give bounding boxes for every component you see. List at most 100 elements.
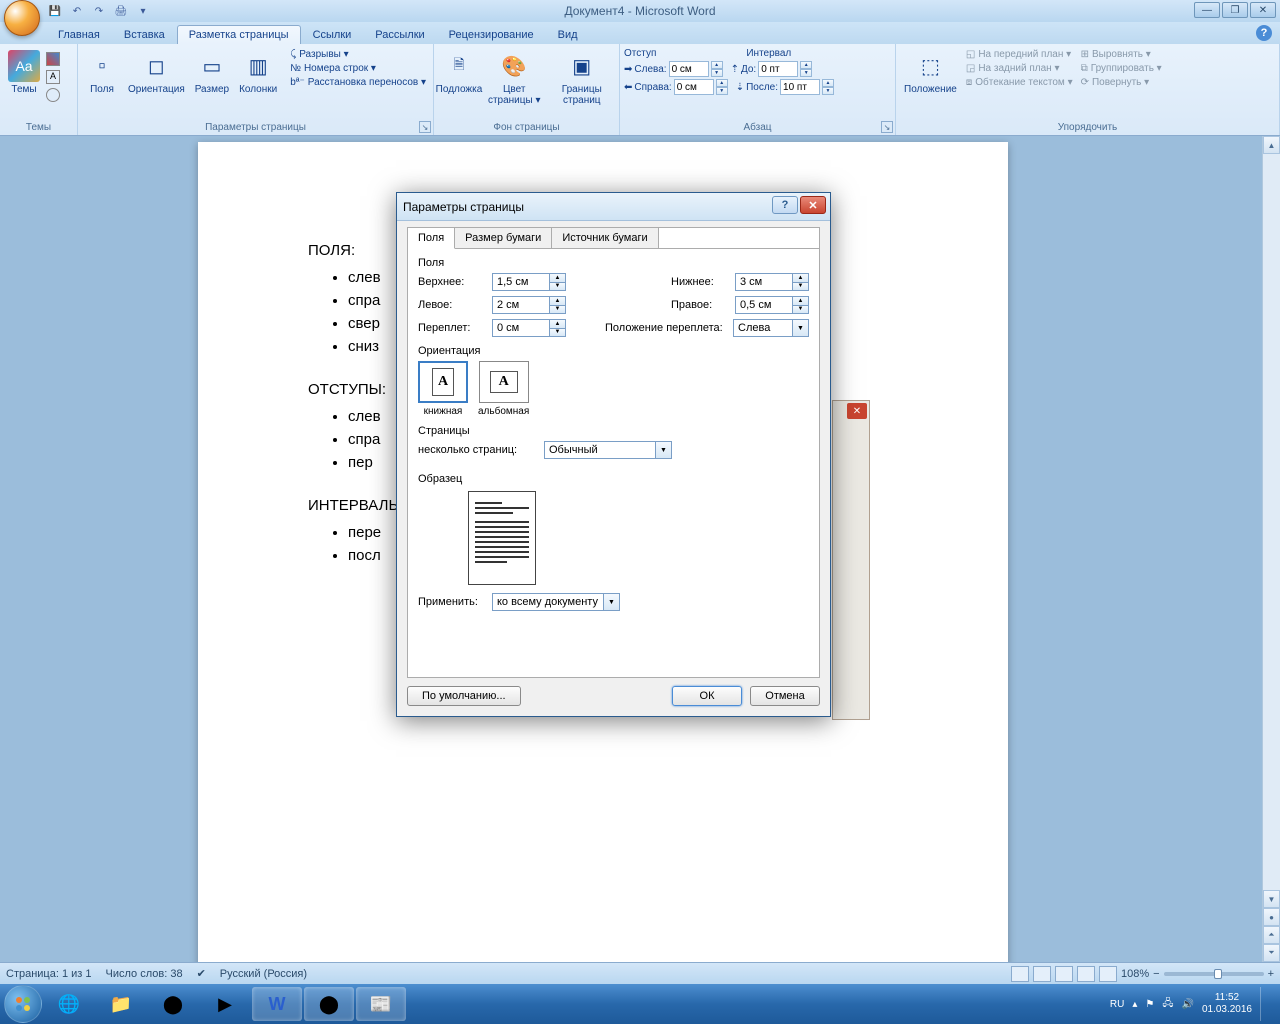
taskbar-word[interactable]: W (252, 987, 302, 1021)
bg-close-icon[interactable]: ✕ (847, 403, 867, 419)
qat-print-icon[interactable]: 🖨 (112, 2, 130, 20)
help-icon[interactable]: ? (1256, 25, 1272, 41)
columns-button[interactable]: ▥Колонки (235, 48, 281, 97)
view-outline[interactable] (1077, 966, 1095, 982)
tab-home[interactable]: Главная (46, 25, 112, 44)
prev-page-icon[interactable]: ⏶ (1263, 926, 1280, 944)
scroll-up-icon[interactable]: ▲ (1263, 136, 1280, 154)
scroll-down-icon[interactable]: ▼ (1263, 890, 1280, 908)
multi-pages-combo[interactable] (545, 442, 655, 458)
minimize-button[interactable]: — (1194, 2, 1220, 18)
breaks-button[interactable]: ⤹Разрывы ▾ (287, 48, 429, 61)
hyphenation-button[interactable]: bª⁻Расстановка переносов ▾ (287, 76, 429, 89)
zoom-out-icon[interactable]: − (1153, 968, 1159, 980)
tray-volume-icon[interactable]: 🔊 (1181, 999, 1193, 1010)
default-button[interactable]: По умолчанию... (407, 686, 521, 706)
indent-right-input[interactable] (674, 79, 714, 95)
apply-to-combo[interactable] (493, 594, 603, 610)
send-back-button[interactable]: ◲На задний план ▾ (963, 62, 1076, 75)
gutter-pos-dropdown-icon[interactable]: ▼ (792, 320, 808, 336)
page-setup-launcher[interactable]: ↘ (419, 121, 431, 133)
top-margin-input[interactable] (493, 274, 549, 290)
page-borders-button[interactable]: ▣Границы страниц (549, 48, 615, 108)
show-desktop-button[interactable] (1260, 987, 1268, 1021)
orientation-button[interactable]: ◻Ориентация (124, 48, 189, 97)
tab-mailings[interactable]: Рассылки (363, 25, 436, 44)
status-language[interactable]: Русский (Россия) (220, 968, 307, 980)
right-margin-spinner[interactable]: ▲▼ (792, 297, 808, 313)
view-print-layout[interactable] (1011, 966, 1029, 982)
page-color-button[interactable]: 🎨Цвет страницы ▾ (482, 48, 547, 108)
apply-to-dropdown-icon[interactable]: ▼ (603, 594, 619, 610)
taskbar-explorer[interactable]: 📁 (96, 987, 146, 1021)
status-proofing-icon[interactable]: ✔ (197, 967, 206, 980)
indent-right-spinner[interactable]: ▲▼ (716, 79, 728, 95)
tray-lang[interactable]: RU (1110, 999, 1124, 1010)
spacing-before-spinner[interactable]: ▲▼ (800, 61, 812, 77)
taskbar-media[interactable]: ▶ (200, 987, 250, 1021)
browse-object-icon[interactable]: ● (1263, 908, 1280, 926)
rotate-button[interactable]: ⟳Повернуть ▾ (1078, 76, 1165, 89)
view-web-layout[interactable] (1055, 966, 1073, 982)
qat-preview-icon[interactable]: ▾ (134, 2, 152, 20)
taskbar-chrome-2[interactable]: ⬤ (304, 987, 354, 1021)
dlg-tab-paper[interactable]: Размер бумаги (455, 228, 552, 248)
qat-undo-icon[interactable]: ↶ (68, 2, 86, 20)
taskbar-news[interactable]: 📰 (356, 987, 406, 1021)
right-margin-input[interactable] (736, 297, 792, 313)
bottom-margin-input[interactable] (736, 274, 792, 290)
status-words[interactable]: Число слов: 38 (106, 968, 183, 980)
theme-colors-icon[interactable] (46, 52, 60, 66)
indent-left-spinner[interactable]: ▲▼ (711, 61, 723, 77)
start-button[interactable] (4, 985, 42, 1023)
ok-button[interactable]: ОК (672, 686, 742, 706)
left-margin-spinner[interactable]: ▲▼ (549, 297, 565, 313)
top-margin-spinner[interactable]: ▲▼ (549, 274, 565, 290)
qat-save-icon[interactable]: 💾 (46, 2, 64, 20)
zoom-in-icon[interactable]: + (1268, 968, 1274, 980)
align-button[interactable]: ⊞Выровнять ▾ (1078, 48, 1165, 61)
cancel-button[interactable]: Отмена (750, 686, 820, 706)
bring-front-button[interactable]: ◱На передний план ▾ (963, 48, 1076, 61)
zoom-slider[interactable] (1164, 972, 1264, 976)
dlg-tab-margins[interactable]: Поля (408, 228, 455, 249)
spacing-before-input[interactable] (758, 61, 798, 77)
paragraph-launcher[interactable]: ↘ (881, 121, 893, 133)
close-button[interactable]: ✕ (1250, 2, 1276, 18)
theme-effects-icon[interactable] (46, 88, 60, 102)
taskbar-ie[interactable]: 🌐 (44, 987, 94, 1021)
dialog-close-button[interactable]: ✕ (800, 196, 826, 214)
left-margin-input[interactable] (493, 297, 549, 313)
maximize-button[interactable]: ❐ (1222, 2, 1248, 18)
theme-fonts-icon[interactable]: A (46, 70, 60, 84)
view-draft[interactable] (1099, 966, 1117, 982)
size-button[interactable]: ▭Размер (191, 48, 233, 97)
margins-button[interactable]: ▫Поля (82, 48, 122, 97)
gutter-spinner[interactable]: ▲▼ (549, 320, 565, 336)
text-wrap-button[interactable]: ⧈Обтекание текстом ▾ (963, 76, 1076, 89)
gutter-input[interactable] (493, 320, 549, 336)
spacing-after-spinner[interactable]: ▲▼ (822, 79, 834, 95)
tray-clock[interactable]: 11:52 01.03.2016 (1202, 992, 1252, 1016)
dlg-tab-source[interactable]: Источник бумаги (552, 228, 658, 248)
bottom-margin-spinner[interactable]: ▲▼ (792, 274, 808, 290)
vertical-scrollbar[interactable]: ▲ ▼ ● ⏶ ⏷ (1262, 136, 1280, 962)
next-page-icon[interactable]: ⏷ (1263, 944, 1280, 962)
tab-references[interactable]: Ссылки (301, 25, 364, 44)
spacing-after-input[interactable] (780, 79, 820, 95)
taskbar-chrome[interactable]: ⬤ (148, 987, 198, 1021)
themes-button[interactable]: Aa Темы (4, 48, 44, 97)
qat-redo-icon[interactable]: ↷ (90, 2, 108, 20)
status-page[interactable]: Страница: 1 из 1 (6, 968, 92, 980)
group-button[interactable]: ⧉Группировать ▾ (1078, 62, 1165, 75)
view-full-screen[interactable] (1033, 966, 1051, 982)
office-button[interactable] (4, 0, 40, 36)
tray-network-icon[interactable]: 🖧 (1162, 996, 1173, 1013)
indent-left-input[interactable] (669, 61, 709, 77)
tab-insert[interactable]: Вставка (112, 25, 177, 44)
tab-view[interactable]: Вид (546, 25, 590, 44)
line-numbers-button[interactable]: №Номера строк ▾ (287, 62, 429, 75)
tab-review[interactable]: Рецензирование (437, 25, 546, 44)
multi-pages-dropdown-icon[interactable]: ▼ (655, 442, 671, 458)
tray-flag-icon[interactable]: ⚑ (1145, 999, 1154, 1010)
